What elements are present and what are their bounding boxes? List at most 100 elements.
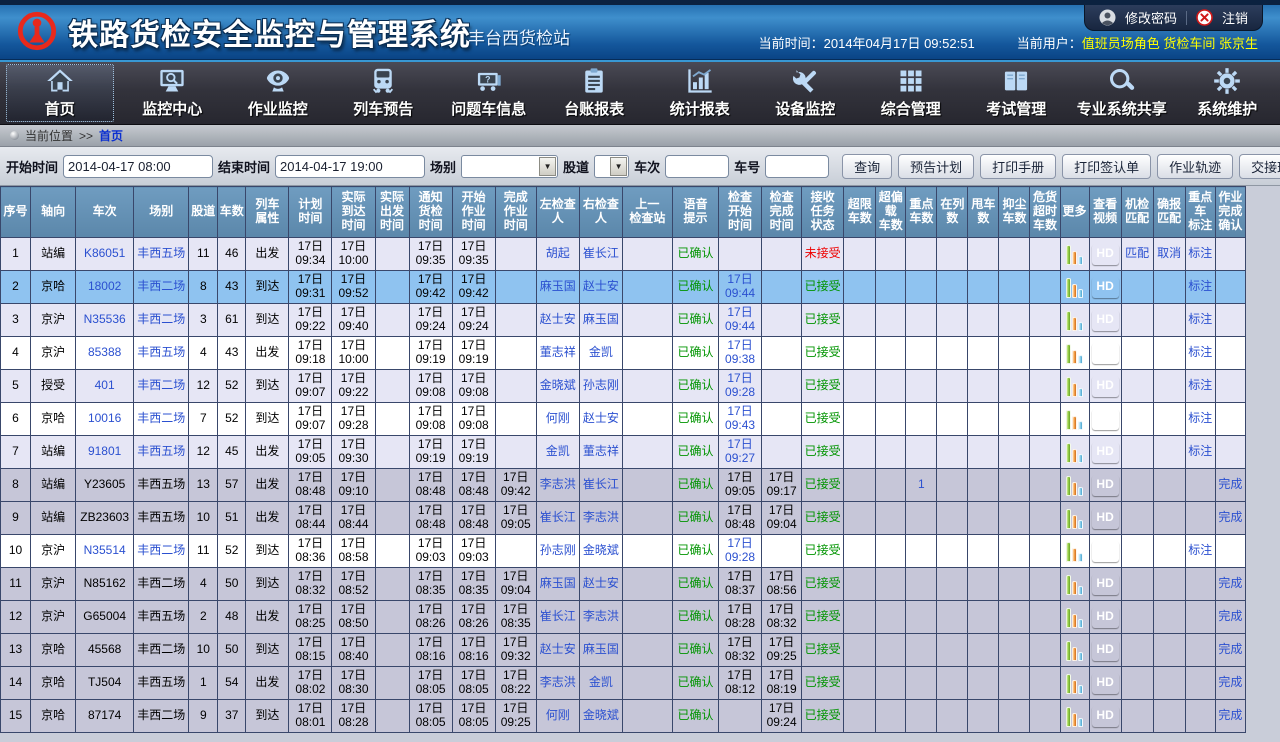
hd-video-icon[interactable]: HD (1092, 541, 1119, 562)
cell-link-key-cars[interactable]: 1 (918, 477, 925, 491)
table-row-8[interactable]: 8站编Y23605丰西五场1357出发17日 08:4817日 09:1017日… (1, 469, 1246, 502)
hd-video-icon[interactable]: HD (1092, 706, 1119, 727)
bar-chart-icon[interactable] (1062, 310, 1088, 331)
start-time-input[interactable] (63, 155, 213, 178)
cell-link-left-inspector[interactable]: 金凯 (546, 444, 570, 458)
yard-select[interactable]: ▼ (461, 155, 558, 178)
nav-item-train[interactable]: 列车预告 (331, 62, 437, 124)
cell-link-yard[interactable]: 丰西二场 (137, 279, 185, 293)
cell-link-right-inspector[interactable]: 麻玉国 (583, 312, 619, 326)
cell-link-yard[interactable]: 丰西二场 (137, 312, 185, 326)
table-row-3[interactable]: 3京沪N35536丰西二场361到达17日 09:2217日 09:4017日 … (1, 304, 1246, 337)
nav-item-ledger[interactable]: 台账报表 (542, 62, 648, 124)
cell-link-right-inspector[interactable]: 孙志刚 (583, 378, 619, 392)
cell-link-left-inspector[interactable]: 何刚 (546, 411, 570, 425)
nav-item-exam[interactable]: 考试管理 (964, 62, 1070, 124)
cell-link-right-inspector[interactable]: 崔长江 (583, 477, 619, 491)
train-no-input[interactable] (665, 155, 729, 178)
cell-link-work-confirm[interactable]: 完成 (1218, 609, 1242, 623)
chevron-down-icon[interactable]: ▼ (539, 157, 556, 176)
bar-chart-icon[interactable] (1062, 442, 1088, 463)
hd-video-icon[interactable]: HD (1092, 409, 1119, 430)
chevron-down-icon[interactable]: ▼ (610, 157, 627, 176)
cell-link-right-inspector[interactable]: 赵士安 (583, 576, 619, 590)
bar-chart-icon[interactable] (1062, 640, 1088, 661)
nav-item-share[interactable]: 专业系统共享 (1069, 62, 1175, 124)
cell-link-key-car-mark[interactable]: 标注 (1188, 378, 1212, 392)
table-row-6[interactable]: 6京哈10016丰西二场752到达17日 09:0717日 09:2817日 0… (1, 403, 1246, 436)
cell-link-train-no[interactable]: 85388 (88, 345, 121, 359)
cell-link-train-no[interactable]: 91801 (88, 444, 121, 458)
cell-link-machine-match[interactable]: 匹配 (1125, 246, 1149, 260)
table-row-14[interactable]: 14京哈TJ504丰西五场154出发17日 08:0217日 08:3017日 … (1, 667, 1246, 700)
cell-link-right-inspector[interactable]: 金凯 (589, 675, 613, 689)
cell-link-yard[interactable]: 丰西二场 (137, 378, 185, 392)
cell-link-train-no[interactable]: 401 (95, 378, 115, 392)
toolbar-button-2[interactable]: 打印手册 (980, 154, 1056, 179)
toolbar-button-5[interactable]: 交接班 (1239, 154, 1280, 179)
hd-video-icon[interactable]: HD (1092, 640, 1119, 661)
change-password-link[interactable]: 修改密码 (1125, 8, 1177, 27)
nav-item-maint[interactable]: 系统维护 (1175, 62, 1280, 124)
bar-chart-icon[interactable] (1062, 673, 1088, 694)
cell-link-yard[interactable]: 丰西五场 (137, 444, 185, 458)
cell-link-key-car-mark[interactable]: 标注 (1188, 279, 1212, 293)
cell-link-key-car-mark[interactable]: 标注 (1188, 543, 1212, 557)
cell-link-yard[interactable]: 丰西二场 (137, 411, 185, 425)
cell-link-left-inspector[interactable]: 赵士安 (540, 312, 576, 326)
cell-link-work-confirm[interactable]: 完成 (1218, 642, 1242, 656)
nav-item-problem[interactable]: ?问题车信息 (436, 62, 542, 124)
nav-item-workmon[interactable]: 作业监控 (225, 62, 331, 124)
bar-chart-icon[interactable] (1062, 541, 1088, 562)
table-row-15[interactable]: 15京哈87174丰西二场937到达17日 08:0117日 08:2817日 … (1, 700, 1246, 733)
cell-link-work-confirm[interactable]: 完成 (1218, 576, 1242, 590)
cell-link-work-confirm[interactable]: 完成 (1218, 708, 1242, 722)
bar-chart-icon[interactable] (1062, 574, 1088, 595)
cell-link-yard[interactable]: 丰西二场 (137, 543, 185, 557)
hd-video-icon[interactable]: HD (1092, 277, 1119, 298)
bar-chart-icon[interactable] (1062, 508, 1088, 529)
end-time-input[interactable] (275, 155, 425, 178)
cell-link-left-inspector[interactable]: 麻玉国 (540, 279, 576, 293)
nav-item-home[interactable]: 首页 (6, 64, 114, 122)
cell-link-left-inspector[interactable]: 孙志刚 (540, 543, 576, 557)
cell-link-left-inspector[interactable]: 崔长江 (540, 510, 576, 524)
cell-link-train-no[interactable]: K86051 (84, 246, 125, 260)
cell-link-train-no[interactable]: 18002 (88, 279, 121, 293)
nav-item-manage[interactable]: 综合管理 (858, 62, 964, 124)
hd-video-icon[interactable]: HD (1092, 607, 1119, 628)
cell-link-left-inspector[interactable]: 崔长江 (540, 609, 576, 623)
table-row-1[interactable]: 1站编K86051丰西五场1146出发17日 09:3417日 10:0017日… (1, 238, 1246, 271)
bar-chart-icon[interactable] (1062, 475, 1088, 496)
table-row-4[interactable]: 4京沪85388丰西五场443出发17日 09:1817日 10:0017日 0… (1, 337, 1246, 370)
cell-link-train-no[interactable]: N35536 (84, 312, 126, 326)
cell-link-key-car-mark[interactable]: 标注 (1188, 411, 1212, 425)
cell-link-report-match[interactable]: 取消 (1157, 246, 1181, 260)
cell-link-key-car-mark[interactable]: 标注 (1188, 246, 1212, 260)
cell-link-right-inspector[interactable]: 崔长江 (583, 246, 619, 260)
nav-item-device[interactable]: 设备监控 (753, 62, 859, 124)
cell-link-work-confirm[interactable]: 完成 (1218, 510, 1242, 524)
car-no-input[interactable] (765, 155, 829, 178)
cell-link-key-car-mark[interactable]: 标注 (1188, 312, 1212, 326)
bar-chart-icon[interactable] (1062, 343, 1088, 364)
cell-link-left-inspector[interactable]: 李志洪 (540, 477, 576, 491)
hd-video-icon[interactable]: HD (1092, 508, 1119, 529)
cell-link-left-inspector[interactable]: 李志洪 (540, 675, 576, 689)
bar-chart-icon[interactable] (1062, 607, 1088, 628)
table-row-13[interactable]: 13京哈45568丰西二场1050到达17日 08:1517日 08:4017日… (1, 634, 1246, 667)
bar-chart-icon[interactable] (1062, 277, 1088, 298)
table-row-12[interactable]: 12京沪G65004丰西五场248出发17日 08:2517日 08:5017日… (1, 601, 1246, 634)
hd-video-icon[interactable]: HD (1092, 376, 1119, 397)
cell-link-right-inspector[interactable]: 董志祥 (583, 444, 619, 458)
cell-link-right-inspector[interactable]: 金凯 (589, 345, 613, 359)
table-row-9[interactable]: 9站编ZB23603丰西五场1051出发17日 08:4417日 08:4417… (1, 502, 1246, 535)
bar-chart-icon[interactable] (1062, 409, 1088, 430)
nav-item-monitor[interactable]: 监控中心 (120, 62, 226, 124)
toolbar-button-0[interactable]: 查询 (842, 154, 892, 179)
bar-chart-icon[interactable] (1062, 244, 1088, 265)
cell-link-train-no[interactable]: 10016 (88, 411, 121, 425)
cell-link-left-inspector[interactable]: 胡起 (546, 246, 570, 260)
cell-link-work-confirm[interactable]: 完成 (1218, 477, 1242, 491)
cell-link-left-inspector[interactable]: 何刚 (546, 708, 570, 722)
